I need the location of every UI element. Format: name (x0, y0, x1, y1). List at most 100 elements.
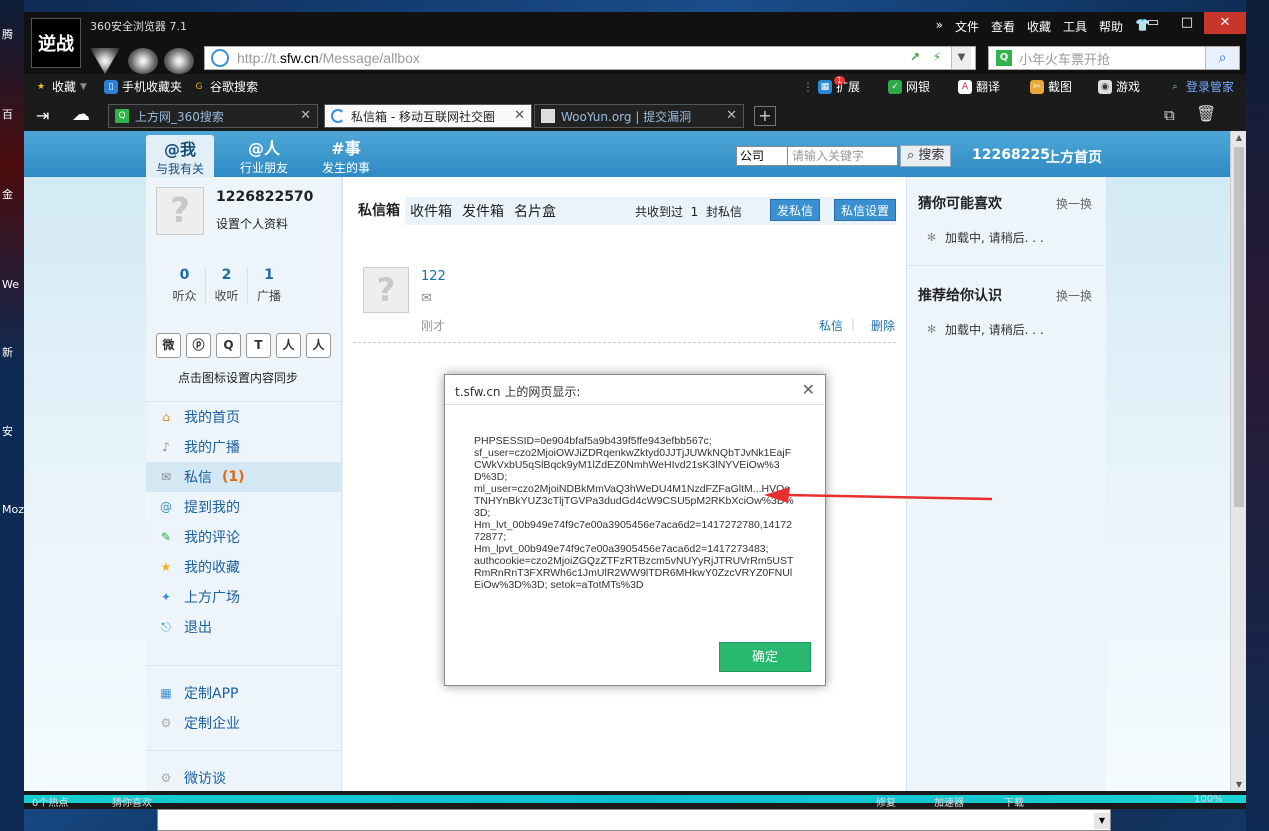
dialog-ok-button[interactable]: 确定 (719, 642, 811, 672)
binding-icon[interactable]: ⓟ (186, 333, 211, 358)
hotspot-status[interactable]: 0个热点 (32, 794, 68, 809)
people-icon[interactable]: 人 (306, 333, 331, 358)
speed-icon[interactable]: ⚡ (929, 50, 945, 66)
tab-inbox[interactable]: 收件箱 (405, 201, 457, 221)
sidebar-item-broadcast[interactable]: ♪ 我的广播 (146, 432, 342, 462)
chevron-down-icon[interactable]: ▼ (1094, 813, 1110, 829)
cloud-icon[interactable]: ☁ (72, 104, 90, 125)
site-search-button[interactable]: ⌕ 搜索 (900, 145, 952, 167)
refresh-icon[interactable] (128, 48, 158, 74)
maximize-button[interactable]: □ (1170, 12, 1204, 34)
scroll-down-icon[interactable]: ▼ (1231, 780, 1246, 789)
accelerator-status[interactable]: 加速器 (934, 794, 964, 809)
swap-link[interactable]: 换一换 (1056, 195, 1092, 212)
stat-listeners[interactable]: 0 听众 (164, 267, 206, 304)
extension-item[interactable]: ◉ 游戏 (1098, 78, 1140, 95)
menu-view[interactable]: 查看 (991, 18, 1015, 35)
sidebar-item-comments[interactable]: ✎ 我的评论 (146, 522, 342, 552)
message-settings-button[interactable]: 私信设置 (834, 199, 896, 221)
sidebar-item-messages[interactable]: ✉ 私信 (1) (146, 462, 342, 492)
sidebar-item-square[interactable]: ✦ 上方广场 (146, 582, 342, 612)
tab-close-icon[interactable]: ✕ (300, 108, 311, 123)
avatar[interactable]: ? (156, 187, 204, 235)
extension-item[interactable]: ⌕ 登录管家 (1168, 78, 1234, 95)
scroll-thumb[interactable] (1234, 147, 1244, 507)
reply-link[interactable]: 私信 (819, 317, 843, 334)
profile-setup-link[interactable]: 设置个人资料 (216, 215, 288, 232)
sidebar-item-custom-app[interactable]: ▦ 定制APP (146, 678, 342, 708)
address-bar[interactable]: http://t.sfw.cn/Message/allbox ↗ ⚡ ▼ (204, 46, 976, 70)
new-tab-button[interactable]: + (754, 106, 776, 126)
sidebar-item-mentions[interactable]: @ 提到我的 (146, 492, 342, 522)
scroll-up-icon[interactable]: ▲ (1231, 133, 1246, 142)
renren-icon[interactable]: 人 (276, 333, 301, 358)
nav-at-people[interactable]: @人 行业朋友 (230, 135, 298, 176)
tab-outbox[interactable]: 发件箱 (457, 201, 509, 221)
dialog-close-icon[interactable]: ✕ (802, 380, 815, 399)
swap-link[interactable]: 换一换 (1056, 287, 1092, 304)
desktop-icon-label[interactable]: We (2, 278, 24, 291)
desktop-icon-label[interactable]: Moz (2, 503, 24, 516)
search-input[interactable]: 小年火车票开抢 (1019, 49, 1205, 68)
favorite-item[interactable]: ★ 收藏 ▼ (34, 78, 87, 95)
tab-all-messages[interactable]: 私信箱 (353, 197, 405, 225)
site-search-input[interactable]: 请输入关键字 (788, 146, 898, 166)
close-button[interactable]: ✕ (1204, 12, 1246, 34)
nav-at-me[interactable]: @我 与我有关 (146, 135, 214, 177)
repair-status[interactable]: 修复 (876, 794, 896, 809)
tab-close-icon[interactable]: ✕ (514, 108, 525, 123)
zoom-level[interactable]: 100% (1194, 794, 1223, 805)
tencent-icon[interactable]: T (246, 333, 271, 358)
search-category-select[interactable]: 公司 (736, 146, 788, 166)
stat-broadcasts[interactable]: 1 广播 (248, 267, 290, 304)
qq-icon[interactable]: Q (216, 333, 241, 358)
share-icon[interactable]: ↗ (907, 50, 923, 66)
extension-item[interactable]: ✓ 网银 (888, 78, 930, 95)
delete-link[interactable]: 删除 (871, 317, 895, 334)
page-scrollbar[interactable]: ▲ ▼ (1230, 131, 1246, 791)
restore-tab-icon[interactable]: ⧉ (1164, 106, 1175, 124)
search-box[interactable]: Q 小年火车票开抢 ⌕ (988, 46, 1240, 70)
download-status[interactable]: 下载 (1004, 794, 1024, 809)
menu-tools[interactable]: 工具 (1063, 18, 1087, 35)
tab-message-box[interactable]: 私信箱 - 移动互联网社交圈 ✕ (324, 104, 532, 128)
menu-more[interactable]: » (936, 18, 943, 35)
sidebar-toggle-icon[interactable]: ⇥ (36, 106, 49, 125)
desktop-icon-label[interactable]: 金 (2, 186, 24, 202)
favorite-item[interactable]: ▯ 手机收藏夹 (104, 78, 182, 95)
menu-favorites[interactable]: 收藏 (1027, 18, 1051, 35)
desktop-icon-label[interactable]: 腾 (2, 26, 24, 42)
back-icon[interactable] (90, 48, 120, 74)
sidebar-item-logout[interactable]: ⎋ 退出 (146, 612, 342, 642)
tab-close-icon[interactable]: ✕ (726, 108, 737, 123)
nav-username[interactable]: 12268225 (972, 147, 1050, 163)
favorite-item[interactable]: G 谷歌搜索 (192, 78, 259, 95)
trash-icon[interactable]: 🗑 (1196, 104, 1216, 123)
stat-following[interactable]: 2 收听 (206, 267, 248, 304)
menu-help[interactable]: 帮助 (1099, 18, 1123, 35)
address-url[interactable]: http://t.sfw.cn/Message/allbox (237, 50, 420, 66)
extension-item[interactable]: ⋮ ▦ 扩展 1 (802, 76, 875, 95)
extension-item[interactable]: ✂ 截图 (1030, 78, 1072, 95)
message-sender[interactable]: 122 (421, 269, 446, 284)
menu-file[interactable]: 文件 (955, 18, 979, 35)
sidebar-item-custom-enterprise[interactable]: ⚙ 定制企业 (146, 708, 342, 738)
guess-status[interactable]: 猜你喜欢 (112, 794, 152, 809)
sidebar-item-home[interactable]: ⌂ 我的首页 (146, 402, 342, 432)
desktop-icon-label[interactable]: 百 (2, 106, 24, 122)
extension-item[interactable]: A 翻译 (958, 78, 1000, 95)
tab-wooyun[interactable]: WooYun.org | 提交漏洞 ✕ (534, 104, 744, 128)
tab-cards[interactable]: 名片盒 (509, 201, 561, 221)
search-engine-icon[interactable]: Q (989, 47, 1019, 69)
minimize-button[interactable]: ▭ (1136, 12, 1170, 34)
profile-username[interactable]: 1226822570 (216, 189, 313, 205)
sidebar-item-favorites[interactable]: ★ 我的收藏 (146, 552, 342, 582)
home-icon[interactable] (164, 48, 194, 74)
sidebar-item-interview[interactable]: ⚙ 微访谈 (146, 763, 342, 791)
message-avatar[interactable]: ? (363, 267, 409, 313)
search-icon[interactable]: ⌕ (1205, 47, 1239, 69)
weibo-icon[interactable]: 微 (156, 333, 181, 358)
send-message-button[interactable]: 发私信 (770, 199, 821, 221)
desktop-icon-label[interactable]: 新 (2, 344, 24, 360)
nav-home-link[interactable]: 上方首页 (1046, 147, 1102, 167)
